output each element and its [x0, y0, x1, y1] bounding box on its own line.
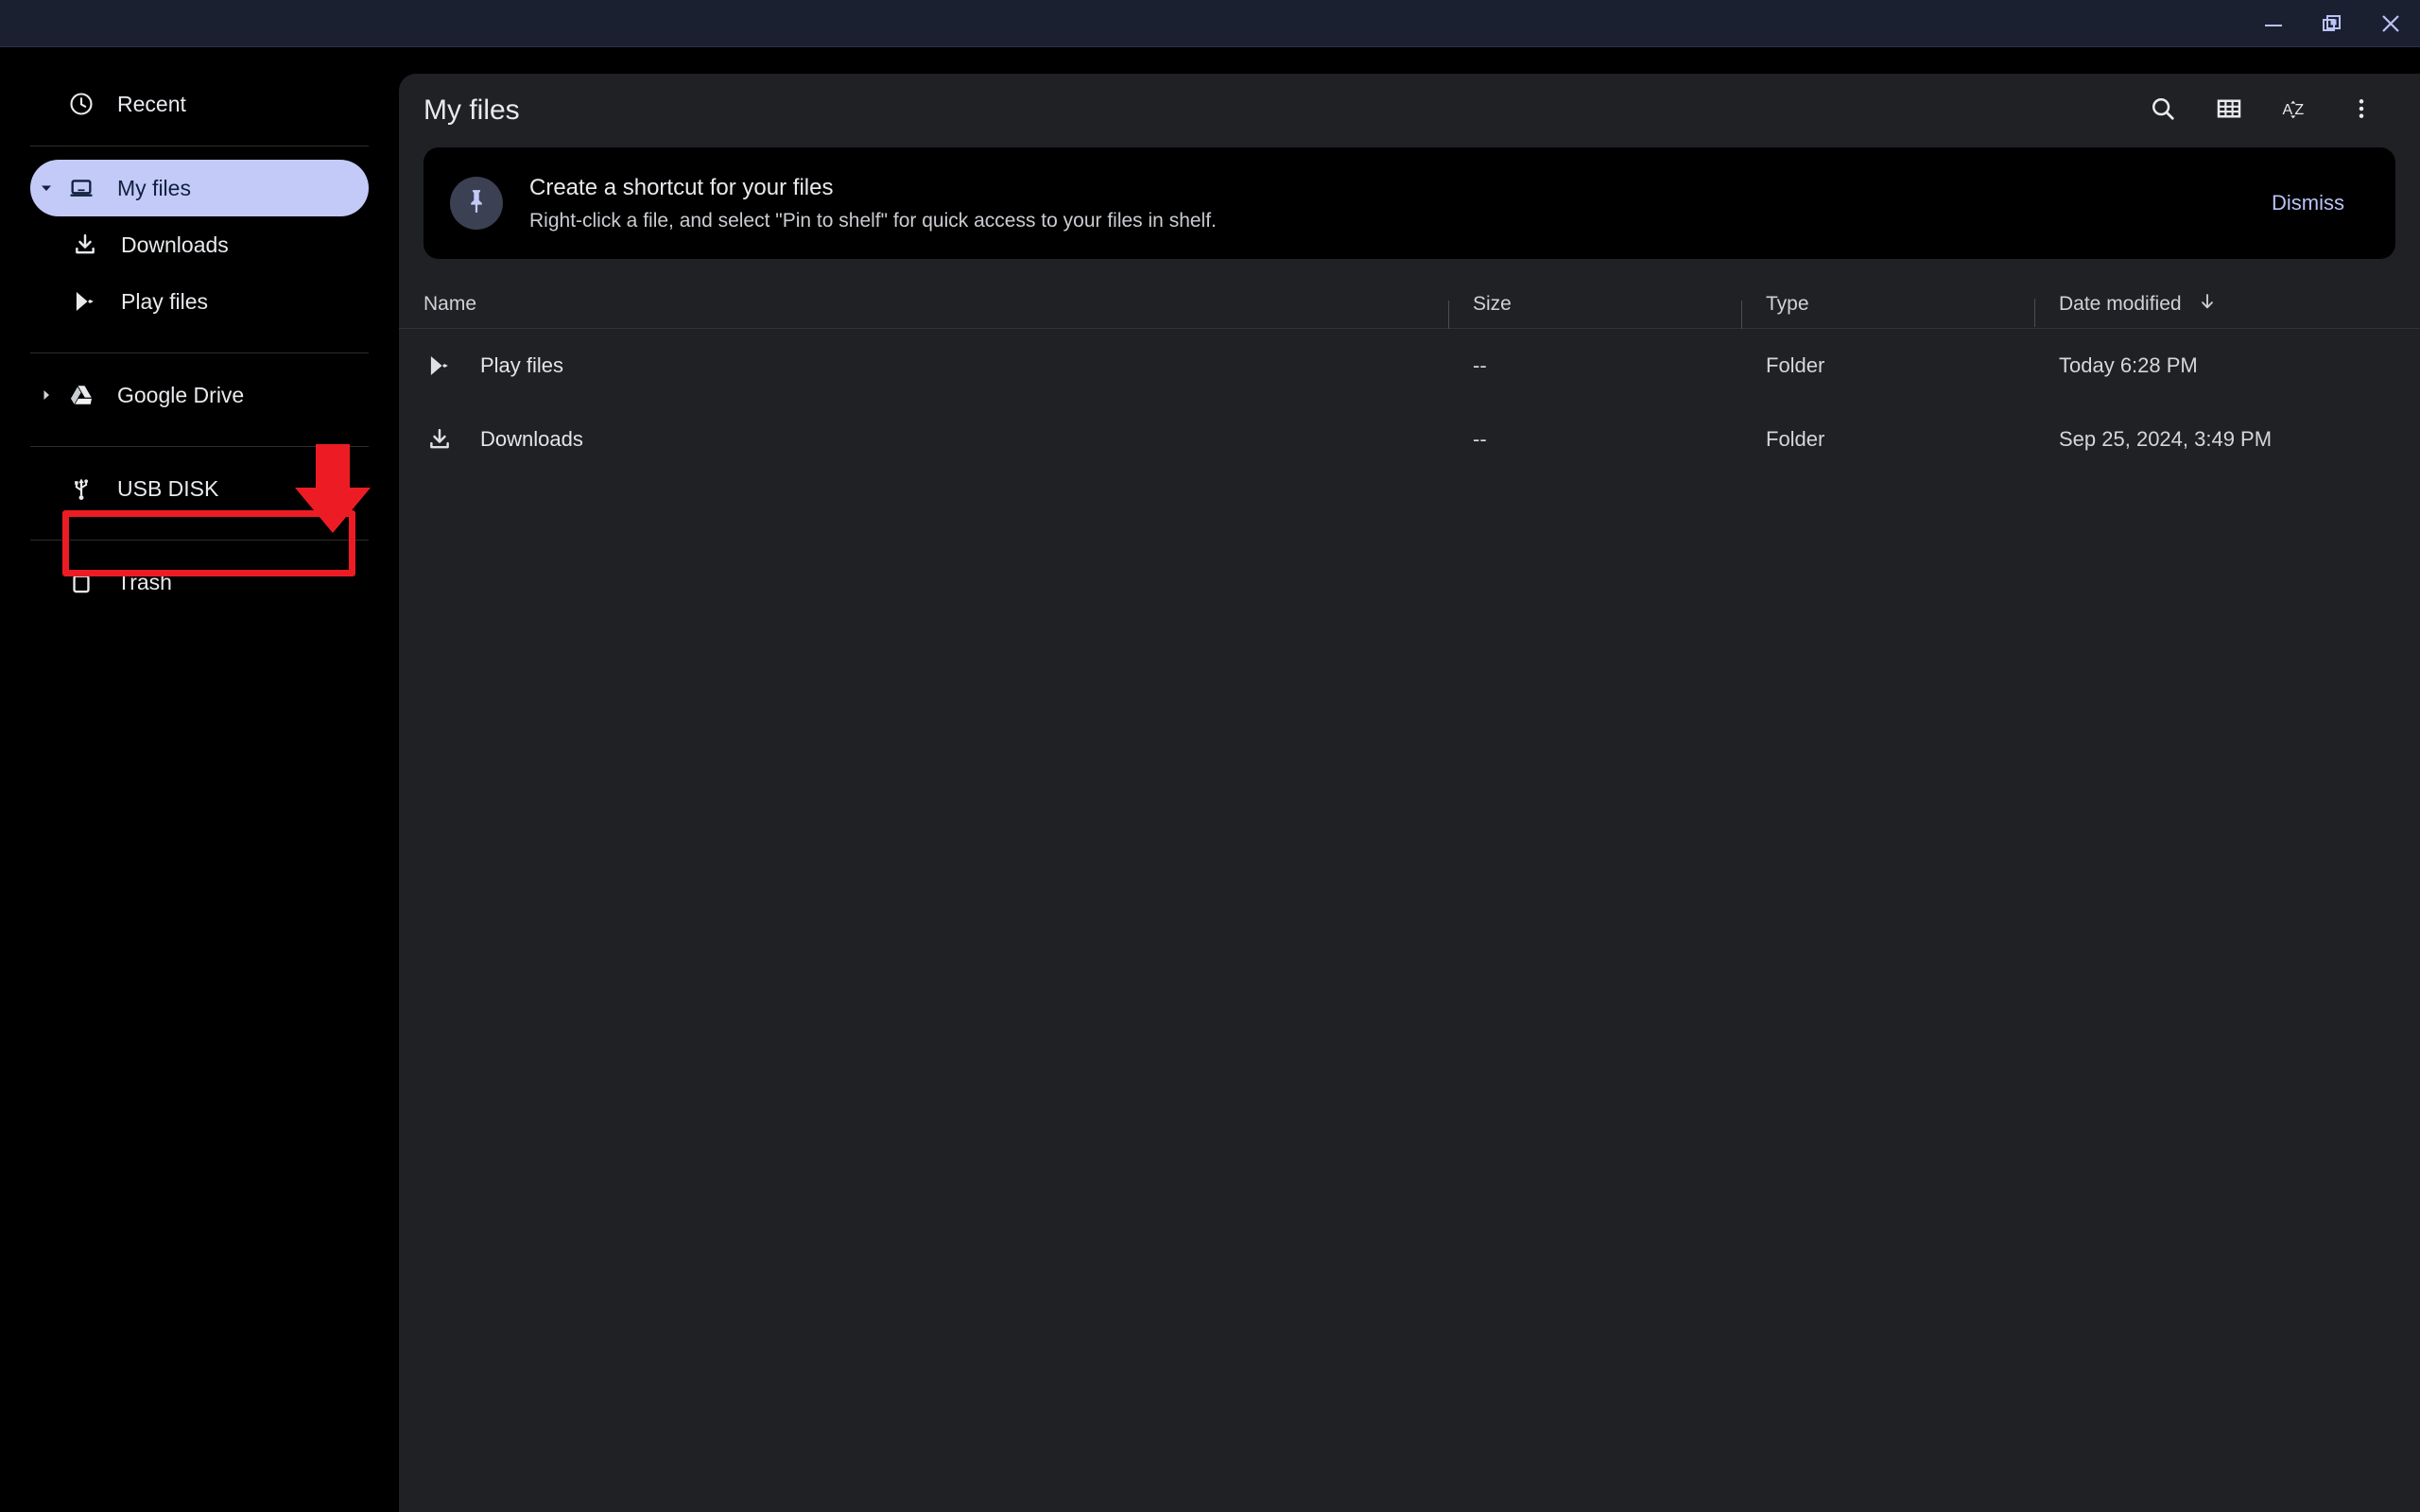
- more-options-button[interactable]: [2335, 84, 2388, 137]
- column-header-date[interactable]: Date modified: [2034, 291, 2412, 318]
- minimize-icon: [2261, 11, 2286, 36]
- sidebar-item-label: USB DISK: [117, 476, 218, 502]
- page-title: My files: [424, 94, 520, 127]
- svg-text:Z: Z: [2294, 102, 2304, 118]
- sidebar-divider-mid: [30, 352, 369, 353]
- minimize-button[interactable]: [2244, 0, 2303, 47]
- window-titlebar: [0, 0, 2420, 47]
- download-icon: [424, 426, 456, 453]
- sidebar-item-label: Play files: [121, 289, 208, 315]
- restore-icon: [2320, 11, 2344, 36]
- close-icon: [2378, 11, 2403, 36]
- chevron-right-icon[interactable]: [30, 387, 62, 404]
- sidebar-item-label: Downloads: [121, 232, 229, 258]
- cell-name: Downloads: [399, 426, 1448, 453]
- cell-size: --: [1448, 427, 1741, 452]
- sort-az-icon: A Z: [2280, 94, 2310, 128]
- more-vertical-icon: [2348, 95, 2375, 127]
- column-header-type[interactable]: Type: [1741, 293, 2034, 316]
- column-header-name[interactable]: Name: [399, 293, 1448, 316]
- cell-type: Folder: [1741, 427, 2034, 452]
- cell-name-text: Play files: [480, 353, 563, 378]
- file-table: Name Size Type Date modified: [399, 280, 2420, 476]
- sidebar-item-usb-disk[interactable]: USB DISK: [30, 460, 369, 517]
- sidebar-item-play-files[interactable]: Play files: [66, 273, 369, 330]
- sidebar-item-label: Google Drive: [117, 383, 244, 408]
- sidebar-item-label: Recent: [117, 92, 186, 117]
- table-row[interactable]: Play files -- Folder Today 6:28 PM: [399, 329, 2420, 403]
- sidebar-divider-usb-top: [30, 446, 369, 447]
- arrow-down-icon: [2197, 291, 2218, 318]
- clock-icon: [62, 91, 100, 117]
- eject-icon[interactable]: [321, 473, 352, 504]
- table-row[interactable]: Downloads -- Folder Sep 25, 2024, 3:49 P…: [399, 403, 2420, 476]
- sidebar-item-downloads[interactable]: Downloads: [66, 216, 369, 273]
- cell-type: Folder: [1741, 353, 2034, 378]
- trash-icon: [62, 569, 100, 595]
- sidebar-item-recent[interactable]: Recent: [30, 76, 369, 132]
- laptop-icon: [62, 175, 100, 201]
- view-toggle-button[interactable]: [2203, 84, 2256, 137]
- dismiss-button[interactable]: Dismiss: [2253, 180, 2363, 227]
- column-header-date-label: Date modified: [2059, 293, 2182, 316]
- search-button[interactable]: [2136, 84, 2189, 137]
- cell-date: Sep 25, 2024, 3:49 PM: [2034, 427, 2412, 452]
- chevron-down-icon[interactable]: [30, 180, 62, 197]
- sidebar-item-google-drive[interactable]: Google Drive: [30, 367, 369, 423]
- navigation-sidebar: Recent My files Downloads: [0, 47, 399, 1512]
- sidebar-divider-usb-bottom: [30, 540, 369, 541]
- column-header-size[interactable]: Size: [1448, 293, 1741, 316]
- sidebar-item-trash[interactable]: Trash: [30, 554, 369, 610]
- table-header: Name Size Type Date modified: [399, 280, 2420, 329]
- sort-button[interactable]: A Z: [2269, 84, 2322, 137]
- google-play-icon: [424, 352, 456, 379]
- shortcut-banner: Create a shortcut for your files Right-c…: [424, 147, 2395, 259]
- cell-name-text: Downloads: [480, 427, 583, 452]
- cell-name: Play files: [399, 352, 1448, 379]
- cell-date: Today 6:28 PM: [2034, 353, 2412, 378]
- download-icon: [66, 232, 104, 258]
- grid-view-icon: [2215, 94, 2243, 128]
- sidebar-item-label: My files: [117, 176, 191, 201]
- close-button[interactable]: [2361, 0, 2420, 47]
- google-drive-icon: [62, 382, 100, 408]
- banner-badge: [450, 177, 503, 230]
- sidebar-item-my-files[interactable]: My files: [30, 160, 369, 216]
- toolbar-actions: A Z: [2136, 84, 2388, 137]
- pin-icon: [460, 185, 493, 222]
- banner-text: Create a shortcut for your files Right-c…: [529, 175, 1217, 232]
- usb-icon: [62, 475, 100, 502]
- banner-subtitle: Right-click a file, and select "Pin to s…: [529, 210, 1217, 232]
- cell-size: --: [1448, 353, 1741, 378]
- search-icon: [2149, 94, 2177, 128]
- content-toolbar: My files: [399, 74, 2420, 147]
- google-play-icon: [66, 288, 104, 315]
- restore-button[interactable]: [2303, 0, 2361, 47]
- content-panel: My files: [399, 74, 2420, 1512]
- banner-title: Create a shortcut for your files: [529, 175, 1217, 201]
- sidebar-item-label: Trash: [117, 570, 172, 595]
